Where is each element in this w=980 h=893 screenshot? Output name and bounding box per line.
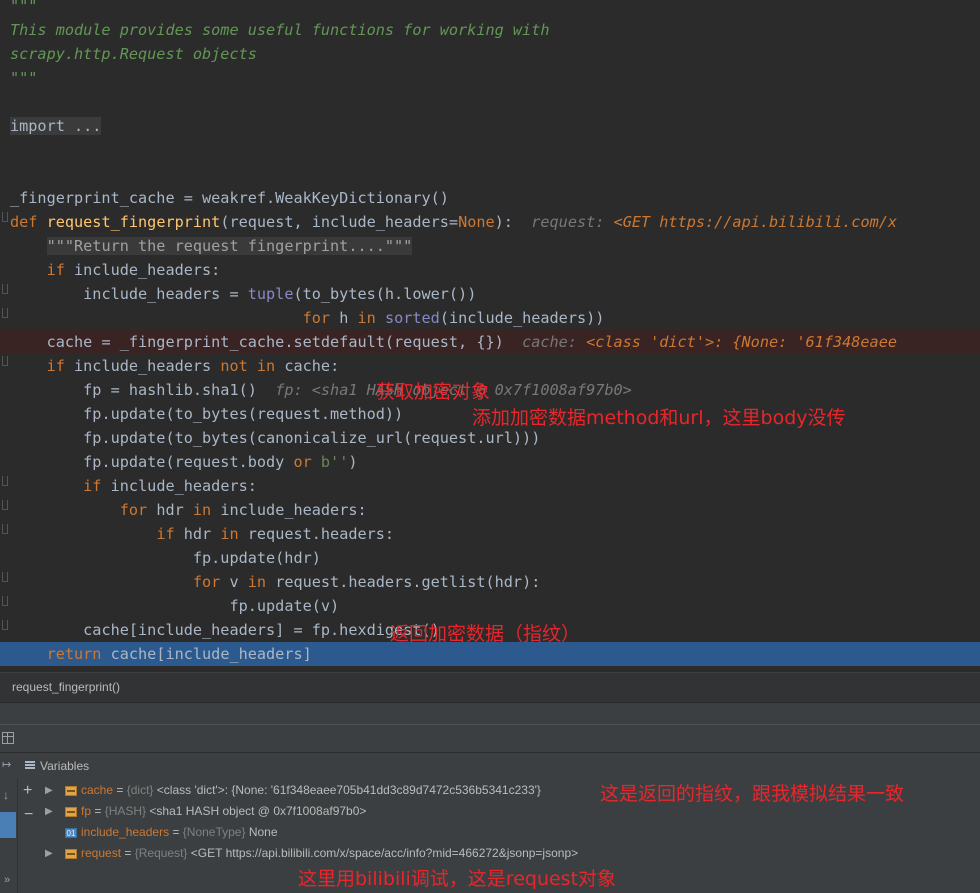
table-layout-icon[interactable]	[2, 732, 14, 744]
add-watch-icon[interactable]: +	[23, 782, 32, 800]
panel-separator	[0, 702, 980, 724]
docstring-text: """	[10, 0, 38, 15]
inline-debug-value: <GET https://api.bilibili.com/x	[613, 213, 898, 231]
code-line: """Return the request fingerprint...."""	[0, 234, 980, 258]
variables-icon	[25, 761, 35, 769]
code-editor[interactable]: """ This module provides some useful fun…	[0, 0, 980, 672]
fold-marker-icon[interactable]	[2, 356, 8, 366]
primitive-value-icon: 01	[65, 828, 77, 838]
dict-icon	[65, 786, 77, 796]
docstring-text: """	[10, 69, 38, 87]
annotation-return-fingerprint: 返回加密数据（指纹）	[390, 623, 581, 645]
inline-debug-value: <class 'dict'>: {None: '61f348eaee	[586, 333, 897, 351]
code-line: include_headers = tuple(to_bytes(h.lower…	[83, 285, 477, 303]
frames-toolbar: ↓ »	[0, 778, 18, 893]
annotation-get-hash-object: 获取加密对象	[376, 381, 491, 403]
fold-marker-icon[interactable]	[2, 500, 8, 510]
code-line: for v in request.headers.getlist(hdr):	[192, 573, 541, 591]
variables-toolbar: + −	[18, 778, 40, 893]
code-line: scrapy.http.Request objects	[0, 42, 980, 66]
code-line: import ...	[0, 114, 980, 138]
folded-imports[interactable]: import ...	[10, 117, 102, 135]
docstring-text: scrapy.http.Request objects	[10, 45, 257, 63]
expand-arrow-icon[interactable]: ▶	[45, 780, 53, 801]
code-line: for hdr in include_headers:	[119, 501, 367, 519]
variables-header: ↦ Variables	[0, 752, 980, 778]
breakpoint-line: cache = _fingerprint_cache.setdefault(re…	[0, 330, 980, 354]
variables-panel: ↓ » + − ▶ cache = {dict} <class 'dict'>:…	[0, 778, 980, 893]
code-line: """	[0, 0, 980, 18]
variables-title: Variables	[40, 759, 90, 773]
code-line: fp.update(request.body or b'')	[83, 453, 358, 471]
code-line: This module provides some useful functio…	[0, 18, 980, 42]
fold-marker-icon[interactable]	[2, 572, 8, 582]
code-line: fp.update(v)	[229, 597, 340, 615]
fold-marker-icon[interactable]	[2, 524, 8, 534]
code-line: """	[0, 66, 980, 90]
code-line: _fingerprint_cache = weakref.WeakKeyDict…	[10, 189, 449, 207]
folded-docstring[interactable]: """Return the request fingerprint...."""	[46, 237, 413, 255]
code-line: if hdr in request.headers:	[156, 525, 395, 543]
inline-debug-hint: request:	[531, 213, 605, 231]
docstring-text: This module provides some useful functio…	[10, 21, 550, 39]
step-arrow-icon[interactable]: ↦	[2, 758, 11, 771]
object-icon	[65, 807, 77, 817]
fold-marker-icon[interactable]	[2, 476, 8, 486]
annotation-bilibili-request: 这里用bilibili调试，这是request对象	[298, 868, 617, 890]
fold-marker-icon[interactable]	[2, 284, 8, 294]
code-line: if include_headers:	[83, 477, 257, 495]
code-line: if include_headers not in cache:	[46, 357, 340, 375]
more-icon[interactable]: »	[4, 874, 10, 886]
annotation-fingerprint-matches: 这是返回的指纹，跟我模拟结果一致	[600, 783, 905, 805]
breadcrumb: request_fingerprint()	[0, 672, 980, 702]
debug-toolbar	[0, 724, 980, 752]
arrow-down-icon[interactable]: ↓	[3, 788, 9, 802]
code-line: for h in sorted(include_headers))	[302, 309, 605, 327]
code-line: def request_fingerprint(request, include…	[10, 213, 898, 231]
fold-marker-icon[interactable]	[2, 620, 8, 630]
remove-watch-icon[interactable]: −	[24, 806, 33, 824]
expand-arrow-icon[interactable]: ▶	[45, 801, 53, 822]
object-icon	[65, 849, 77, 859]
inline-debug-hint: cache:	[522, 333, 577, 351]
expand-arrow-icon[interactable]: ▶	[45, 843, 53, 864]
fold-marker-icon[interactable]	[2, 308, 8, 318]
fold-marker-icon[interactable]	[2, 596, 8, 606]
frame-selection-marker[interactable]	[0, 812, 16, 838]
breadcrumb-function[interactable]: request_fingerprint()	[12, 680, 120, 694]
fold-marker-icon[interactable]	[2, 212, 8, 222]
annotation-add-method-url: 添加加密数据method和url，这里body没传	[472, 407, 846, 429]
code-line: if include_headers:	[46, 261, 221, 279]
code-line: fp.update(hdr)	[192, 549, 321, 567]
